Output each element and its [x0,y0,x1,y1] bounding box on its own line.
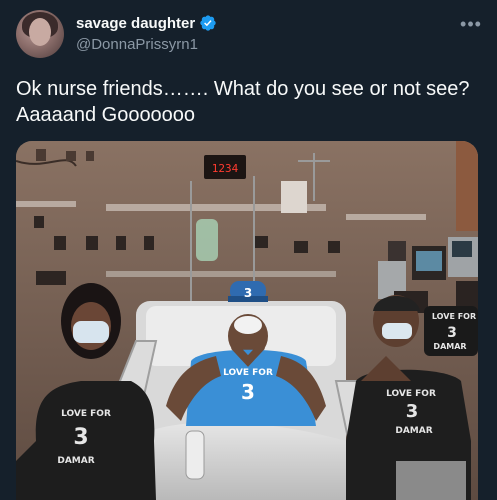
tweet-photo[interactable]: 1234 3 LOVE FOR 3 LOVE FOR 3 DAMAR LOVE … [16,141,478,500]
woman-mask [73,321,109,343]
author-name-row: savage daughter [76,14,217,32]
hospital-room-photo: 1234 3 LOVE FOR 3 LOVE FOR 3 DAMAR LOVE … [16,141,478,500]
woman-shirt-line2: DAMAR [57,456,94,466]
tweet-text: Ok nurse friends……. What do you see or n… [16,78,470,126]
jersey-on-wall-line1: LOVE FOR [432,312,476,321]
man-shirt-line1: LOVE FOR [386,389,436,399]
man-shirt-number: 3 [406,401,419,422]
cap-number: 3 [244,286,252,300]
avatar[interactable] [16,10,64,58]
author-display-name[interactable]: savage daughter [76,15,195,32]
jersey-on-wall-line2: DAMAR [433,342,466,351]
avatar-face [29,18,51,46]
patient-shirt-line1: LOVE FOR [223,368,273,378]
woman-shirt-number: 3 [73,425,88,450]
verified-check-icon [200,15,216,31]
patient-mask [234,316,262,334]
iv-bag [196,219,218,261]
patient-shirt-number: 3 [241,380,255,404]
tweet: savage daughter @DonnaPrissyrn1 ••• Ok n… [0,0,497,500]
jersey-on-wall-number: 3 [447,325,457,341]
more-options-icon[interactable]: ••• [459,12,483,36]
monitor-readout: 1234 [212,162,239,175]
woman-shirt-line1: LOVE FOR [61,409,111,419]
author-handle[interactable]: @DonnaPrissyrn1 [76,36,198,53]
man-shirt-line2: DAMAR [395,426,432,436]
man-mask [382,323,412,339]
